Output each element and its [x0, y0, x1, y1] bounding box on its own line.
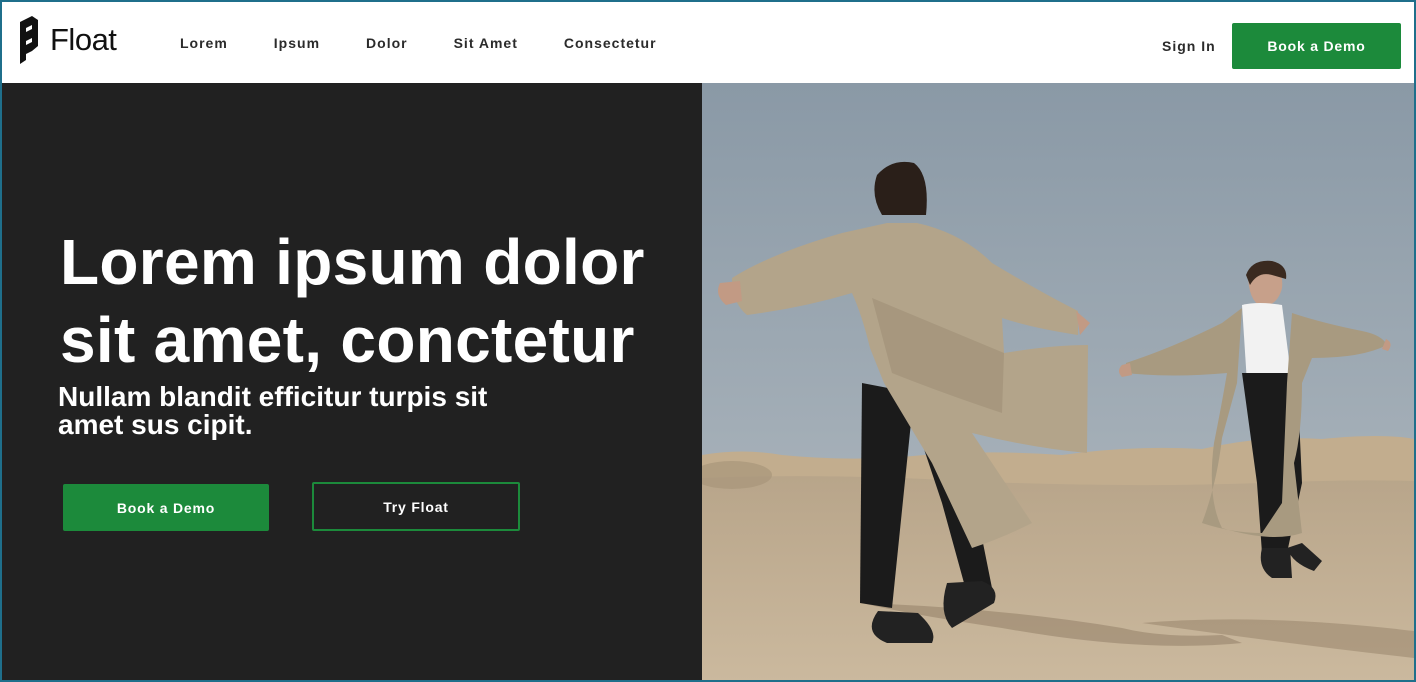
hero-panel: Lorem ipsum dolor sit amet, conctetur Nu… — [2, 83, 702, 680]
nav-item-consectetur[interactable]: Consectetur — [564, 35, 657, 51]
float-logo-icon — [20, 16, 38, 64]
two-people-dancing-desert-photo — [702, 83, 1414, 680]
hero-book-demo-button[interactable]: Book a Demo — [63, 484, 269, 531]
nav-item-ipsum[interactable]: Ipsum — [274, 35, 320, 51]
site-header: Float Lorem Ipsum Dolor Sit Amet Consect… — [2, 2, 1414, 83]
sign-in-link[interactable]: Sign In — [1162, 38, 1216, 54]
nav-item-lorem[interactable]: Lorem — [180, 35, 228, 51]
main-nav: Lorem Ipsum Dolor Sit Amet Consectetur — [180, 2, 703, 83]
page-frame: Float Lorem Ipsum Dolor Sit Amet Consect… — [0, 0, 1416, 682]
hero-photo — [702, 83, 1414, 680]
brand-logo[interactable]: Float — [18, 16, 117, 64]
header-book-demo-button[interactable]: Book a Demo — [1232, 23, 1401, 69]
hero-subtitle: Nullam blandit efficitur turpis sit amet… — [58, 381, 488, 440]
brand-name: Float — [50, 22, 117, 57]
nav-item-dolor[interactable]: Dolor — [366, 35, 408, 51]
hero-title: Lorem ipsum dolor sit amet, conctetur — [60, 226, 645, 376]
nav-item-sit-amet[interactable]: Sit Amet — [454, 35, 518, 51]
try-float-button[interactable]: Try Float — [312, 482, 520, 531]
